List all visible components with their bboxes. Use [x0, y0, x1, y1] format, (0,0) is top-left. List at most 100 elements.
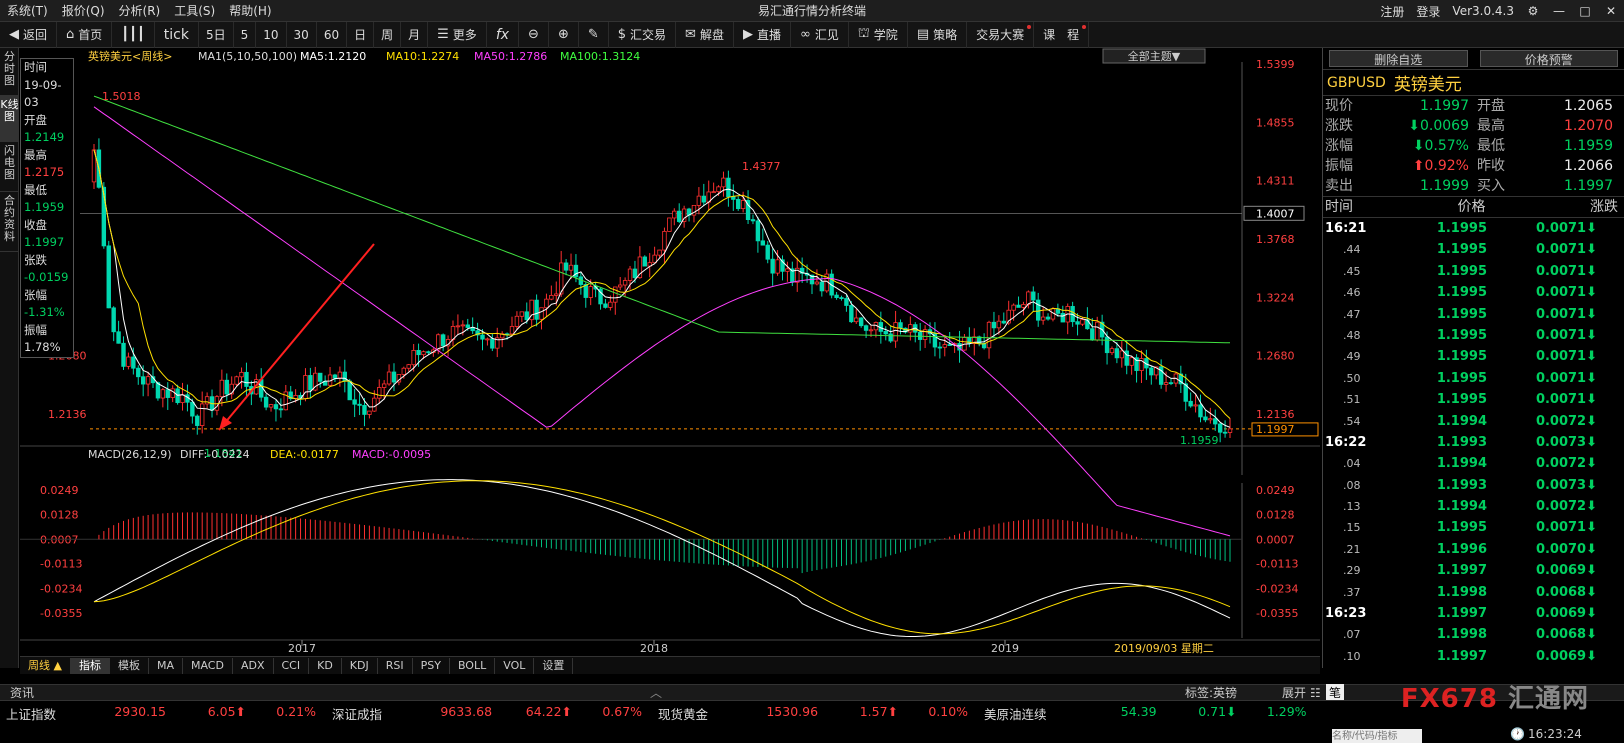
insight-button[interactable]: ∞ 汇见 — [791, 21, 849, 48]
menu-analysis[interactable]: 分析(R) — [112, 2, 168, 19]
tab-flash[interactable]: 闪电图 — [0, 142, 19, 192]
candle-body — [750, 219, 756, 222]
up-arrow-icon[interactable]: ︿ — [650, 684, 662, 701]
menu-quote[interactable]: 报价(Q) — [55, 2, 112, 19]
trade-button[interactable]: $ 汇交易 — [609, 21, 677, 48]
ticker-item[interactable]: 深证成指 9633.68 64.22⬆ 0.67% — [326, 704, 648, 723]
indicator-tab-12[interactable]: 设置 — [534, 657, 574, 674]
candle-body — [377, 387, 382, 399]
tick-time: .15 — [1343, 521, 1361, 535]
period-10[interactable]: 10 — [256, 21, 287, 48]
tab-contract[interactable]: 合约资料 — [0, 192, 19, 252]
formula-button[interactable]: fx — [487, 21, 520, 48]
zoom-in-button[interactable]: ⊕ — [549, 21, 579, 48]
candle-body — [883, 330, 888, 335]
indicator-tab-0[interactable]: 指标 — [70, 657, 110, 674]
chart-type-button[interactable]: ┃┃┃ — [112, 21, 155, 48]
candle-body — [696, 195, 702, 206]
expand-button[interactable]: 展开 — [1282, 684, 1306, 701]
analysis-button[interactable]: ✉ 解盘 — [676, 21, 734, 48]
indicator-tab-10[interactable]: BOLL — [450, 657, 496, 674]
strategy-button[interactable]: ▤ 策略 — [908, 21, 968, 48]
candle-body — [1188, 400, 1193, 407]
period-label[interactable]: 周线 ▲ — [20, 657, 71, 674]
ticks-header: 时间 价格 涨跌 — [1323, 196, 1624, 218]
contest-button[interactable]: 交易大赛 — [967, 21, 1035, 48]
period-week[interactable]: 周 — [374, 21, 402, 48]
academy-button[interactable]: ⛫ 学院 — [849, 21, 908, 48]
candle-body — [509, 326, 515, 335]
settings-icon[interactable]: ⚙ — [1520, 4, 1546, 18]
quote-value: ⬇0.0069 — [1408, 118, 1469, 134]
maximize-icon[interactable]: □ — [1572, 4, 1598, 18]
indicator-tab-8[interactable]: RSI — [378, 657, 413, 674]
period-month[interactable]: 月 — [401, 21, 429, 48]
expand-icon[interactable]: ☷ — [1310, 686, 1321, 700]
tick-button[interactable]: tick — [155, 21, 199, 48]
indicator-tab-4[interactable]: ADX — [233, 657, 274, 674]
course-button[interactable]: 课 程 — [1034, 21, 1090, 48]
indicator-tab-9[interactable]: PSY — [413, 657, 450, 674]
menu-help[interactable]: 帮助(H) — [222, 2, 278, 19]
indicator-tab-5[interactable]: CCI — [274, 657, 310, 674]
indicator-tab-1[interactable]: 模板 — [110, 657, 149, 674]
ticker-item[interactable]: 上证指数 2930.15 6.05⬆ 0.21% — [0, 704, 322, 723]
news-label[interactable]: 资讯 — [0, 684, 34, 701]
macd-tick-left: 0.0007 — [40, 533, 79, 546]
candle-body — [160, 389, 166, 399]
info-value: 1.2175 — [24, 165, 65, 179]
period-60[interactable]: 60 — [317, 21, 348, 48]
candle-body — [765, 244, 770, 260]
chart-area[interactable]: 英镑美元<周线> MA1(5,10,50,100) MA5:1.2120 MA10:1… — [20, 48, 1320, 658]
period-day[interactable]: 日 — [347, 21, 375, 48]
more-button[interactable]: ☰ 更多 — [428, 21, 487, 48]
candle-body — [1011, 304, 1016, 311]
indicator-tab-2[interactable]: MA — [149, 657, 183, 674]
menu-tools[interactable]: 工具(S) — [167, 2, 222, 19]
tab-kline[interactable]: K线图 — [0, 96, 19, 142]
indicator-tab-11[interactable]: VOL — [495, 657, 535, 674]
candle-body — [657, 249, 662, 256]
candle-body — [244, 371, 249, 387]
ticks-list[interactable]: 16:21 1.1995 0.0071⬇ .44 1.1995 0.0071⬇ .45 1.1… — [1323, 218, 1624, 667]
candle-body — [642, 256, 647, 267]
bar-info-box: 时间 19-09-03 开盘 1.2149 最高 1.2175 最低 1.1959 收盘 1.19… — [20, 58, 74, 358]
minimize-icon[interactable]: — — [1546, 4, 1572, 18]
home-button[interactable]: ⌂ 首页 — [57, 21, 113, 48]
tick-change: 0.0071⬇ — [1535, 349, 1597, 365]
back-button[interactable]: ◀ 返回 — [0, 21, 58, 48]
indicator-tab-3[interactable]: MACD — [183, 657, 233, 674]
period-5day[interactable]: 5日 — [199, 21, 234, 48]
login-link[interactable]: 登录 — [1410, 3, 1446, 20]
indicator-tab-7[interactable]: KDJ — [342, 657, 378, 674]
period-5[interactable]: 5 — [234, 21, 257, 48]
candle-body — [1203, 416, 1208, 421]
quote-grid: 现价 1.1997 开盘 1.2065 涨跌 ⬇0.0069 最高 1.2070 涨幅 ⬇0.57… — [1323, 96, 1624, 196]
remove-watchlist-button[interactable]: 删除自选 — [1329, 50, 1468, 67]
period-30[interactable]: 30 — [287, 21, 317, 48]
candle-body — [1060, 312, 1065, 323]
candle-body — [1168, 382, 1174, 385]
candle-body — [416, 349, 421, 356]
candle-body — [519, 311, 525, 317]
tick-change: 0.0071⬇ — [1535, 392, 1597, 408]
close-icon[interactable]: ✕ — [1598, 4, 1624, 18]
search-input[interactable] — [1332, 729, 1422, 743]
zoom-out-button[interactable]: ⊖ — [519, 21, 549, 48]
draw-button[interactable]: ✎ — [579, 21, 609, 48]
live-button[interactable]: ▶ 直播 — [734, 21, 791, 48]
price-alert-button[interactable]: 价格预警 — [1479, 50, 1618, 67]
register-link[interactable]: 注册 — [1374, 3, 1410, 20]
tick-row: .47 1.1995 0.0071⬇ — [1323, 304, 1624, 325]
tab-timeshare[interactable]: 分时图 — [0, 48, 19, 96]
annotation-high: 1.5018 — [102, 90, 141, 103]
hl-button[interactable]: 笔 — [1326, 684, 1345, 701]
menu-system[interactable]: 系统(T) — [0, 2, 55, 19]
candle-body — [731, 196, 736, 200]
ticker-item[interactable]: 现货黄金 1530.96 1.57⬆ 0.10% — [652, 704, 974, 723]
ticker-item[interactable]: 美原油连续 54.39 0.71⬇ 1.29% — [978, 704, 1313, 723]
tick-change: 0.0068⬇ — [1535, 627, 1597, 643]
indicator-tab-6[interactable]: KD — [309, 657, 342, 674]
kline-chart[interactable]: 英镑美元<周线> MA1(5,10,50,100) MA5:1.2120 MA10:1… — [20, 48, 1320, 658]
candle-body — [770, 258, 775, 274]
